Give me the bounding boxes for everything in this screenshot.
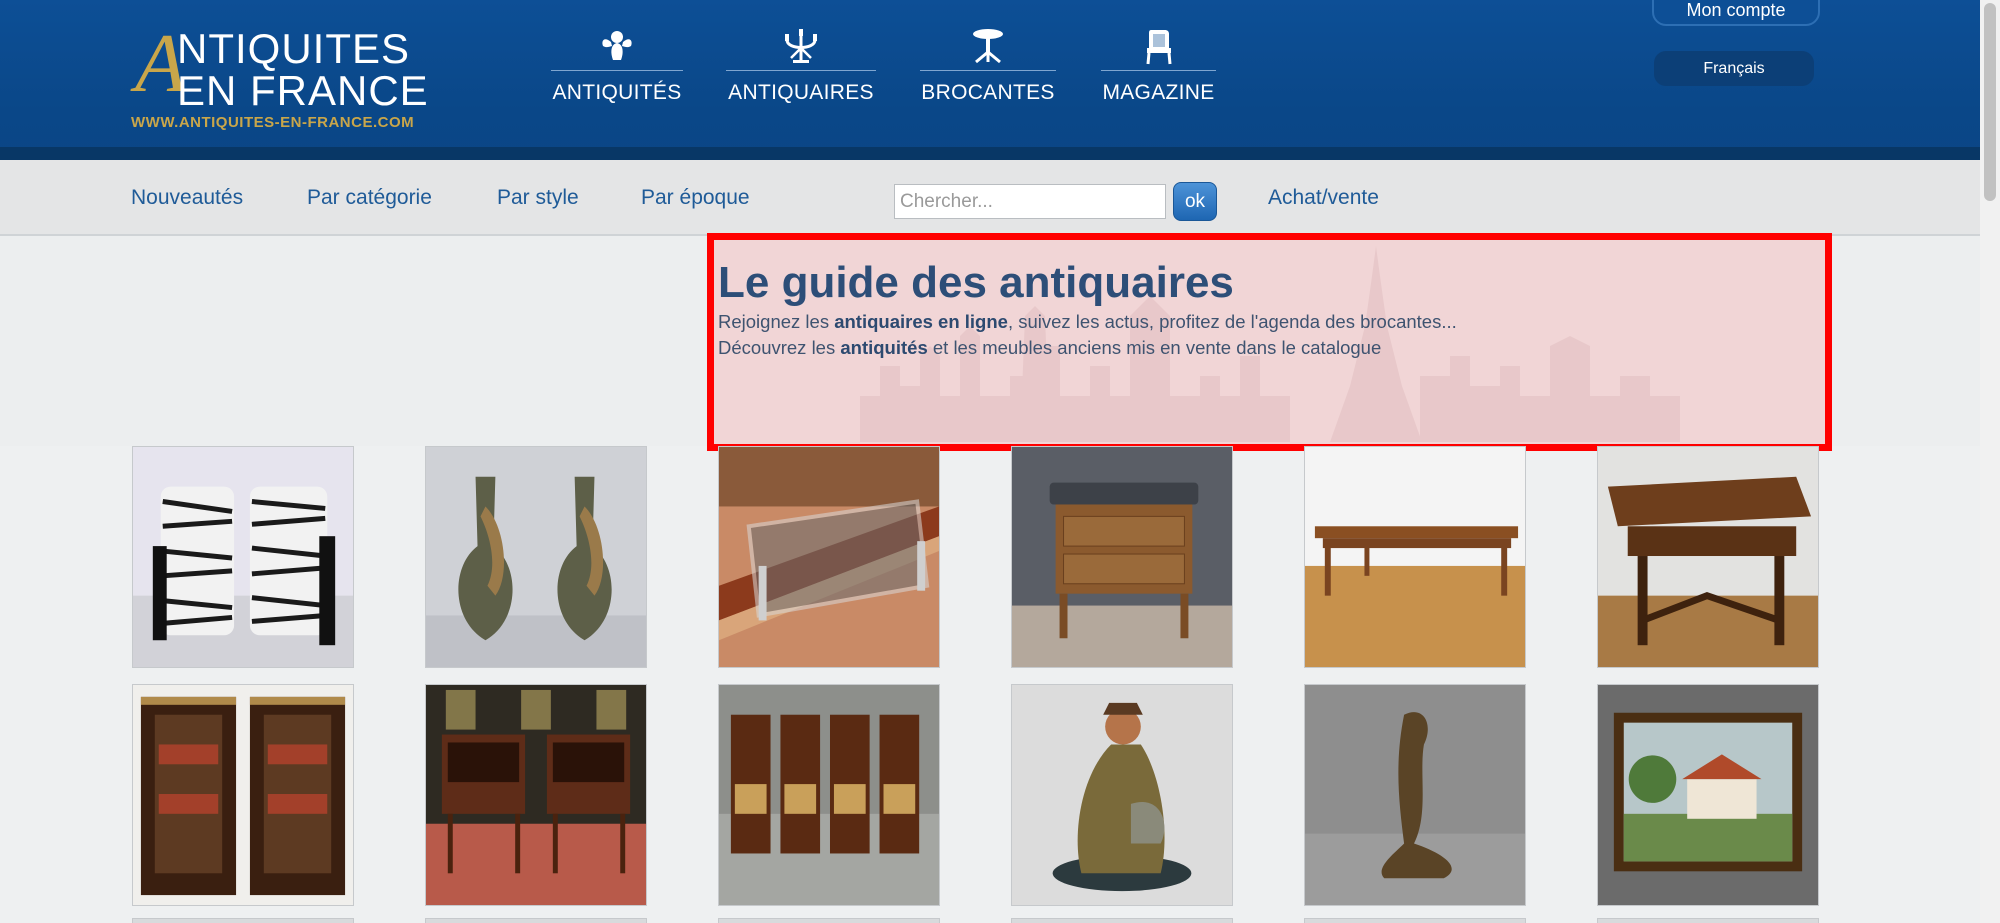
- logo-text-line1: NTIQUITES: [177, 25, 411, 72]
- antiquites-link[interactable]: antiquités: [840, 337, 927, 358]
- intro-line-1: Rejoignez les antiquaires en ligne, suiv…: [718, 311, 1457, 333]
- product-image: [133, 447, 353, 667]
- search-input[interactable]: [894, 184, 1166, 219]
- nav-label: ANTIQUAIRES: [728, 81, 874, 104]
- product-thumbnail-bronze-vases[interactable]: [425, 446, 647, 668]
- product-thumbnail-night-stands[interactable]: [425, 684, 647, 906]
- product-thumbnail-glass-coffee-table[interactable]: [718, 446, 940, 668]
- product-image: [719, 447, 939, 667]
- product-image: [719, 685, 939, 905]
- cherub-icon: [602, 31, 632, 60]
- product-image: [1598, 685, 1818, 905]
- product-image: [133, 685, 353, 905]
- header-divider: [0, 147, 1980, 160]
- nav-rule: [726, 70, 876, 71]
- product-thumbnail-bookcases[interactable]: [132, 684, 354, 906]
- subnav-par-style[interactable]: Par style: [497, 186, 579, 210]
- product-image: [426, 685, 646, 905]
- product-thumbnail-partial[interactable]: [1304, 918, 1526, 923]
- armchair-icon: [1146, 30, 1171, 65]
- product-thumbnail-farm-table[interactable]: [1304, 446, 1526, 668]
- sub-nav: Nouveautés Par catégorie Par style Par é…: [0, 160, 1980, 236]
- candelabra-icon: [785, 29, 817, 63]
- product-thumbnail-bronze-figurine[interactable]: [1304, 684, 1526, 906]
- product-image: [426, 447, 646, 667]
- language-selector[interactable]: Français: [1654, 51, 1814, 86]
- intro-line-2: Découvrez les antiquités et les meubles …: [718, 337, 1381, 359]
- product-thumbnail-four-chairs[interactable]: [718, 684, 940, 906]
- product-thumbnail-partial[interactable]: [718, 918, 940, 923]
- page-title: Le guide des antiquaires: [718, 258, 1234, 307]
- product-image: [1012, 447, 1232, 667]
- product-thumbnail-partial[interactable]: [1597, 918, 1819, 923]
- subnav-achat-vente[interactable]: Achat/vente: [1268, 186, 1379, 210]
- subnav-nouveautes[interactable]: Nouveautés: [131, 186, 243, 210]
- product-thumbnail-partial[interactable]: [132, 918, 354, 923]
- product-image: [1598, 447, 1818, 667]
- nav-rule: [1101, 70, 1216, 71]
- nav-label: MAGAZINE: [1102, 81, 1215, 104]
- product-thumbnail-marble-commode[interactable]: [1011, 446, 1233, 668]
- product-thumbnail-side-table[interactable]: [1597, 446, 1819, 668]
- product-image: [1305, 685, 1525, 905]
- antiquaires-link[interactable]: antiquaires en ligne: [834, 311, 1008, 332]
- page: A NTIQUITES EN FRANCE WWW.ANTIQUITES-EN-…: [0, 0, 1980, 923]
- intro-text: , suivez les actus, profitez de l'agenda…: [1007, 311, 1457, 332]
- intro-text: et les meubles anciens mis en vente dans…: [927, 337, 1382, 358]
- product-thumbnail-fisherman-statue[interactable]: [1011, 684, 1233, 906]
- scrollbar-thumb[interactable]: [1984, 3, 1996, 201]
- intro-text: Rejoignez les: [718, 311, 835, 332]
- product-thumbnail-partial[interactable]: [425, 918, 647, 923]
- nav-label: BROCANTES: [921, 81, 1055, 104]
- product-image: [1305, 447, 1525, 667]
- site-header: A NTIQUITES EN FRANCE WWW.ANTIQUITES-EN-…: [0, 0, 1980, 160]
- nav-magazine[interactable]: MAGAZINE: [1101, 20, 1216, 120]
- nav-antiquaires[interactable]: ANTIQUAIRES: [726, 20, 876, 120]
- pedestal-table-icon: [973, 29, 1003, 64]
- product-thumbnail-partial[interactable]: [1011, 918, 1233, 923]
- nav-label: ANTIQUITÉS: [552, 81, 682, 104]
- site-logo[interactable]: A NTIQUITES EN FRANCE WWW.ANTIQUITES-EN-…: [131, 22, 436, 132]
- nav-rule: [920, 70, 1056, 71]
- subnav-par-epoque[interactable]: Par époque: [641, 186, 750, 210]
- search-button[interactable]: ok: [1173, 182, 1217, 221]
- nav-brocantes[interactable]: BROCANTES: [920, 20, 1056, 120]
- nav-rule: [551, 70, 683, 71]
- subnav-par-categorie[interactable]: Par catégorie: [307, 186, 432, 210]
- nav-antiquites[interactable]: ANTIQUITÉS: [551, 20, 683, 120]
- intro-text: Découvrez les: [718, 337, 841, 358]
- logo-url: WWW.ANTIQUITES-EN-FRANCE.COM: [131, 114, 415, 131]
- product-thumbnail-zebra-armchairs[interactable]: [132, 446, 354, 668]
- logo-text-line2: EN FRANCE: [177, 67, 429, 114]
- product-image: [1012, 685, 1232, 905]
- product-thumbnail-painting[interactable]: [1597, 684, 1819, 906]
- page-scrollbar[interactable]: [1980, 0, 2000, 923]
- account-button[interactable]: Mon compte: [1652, 0, 1820, 26]
